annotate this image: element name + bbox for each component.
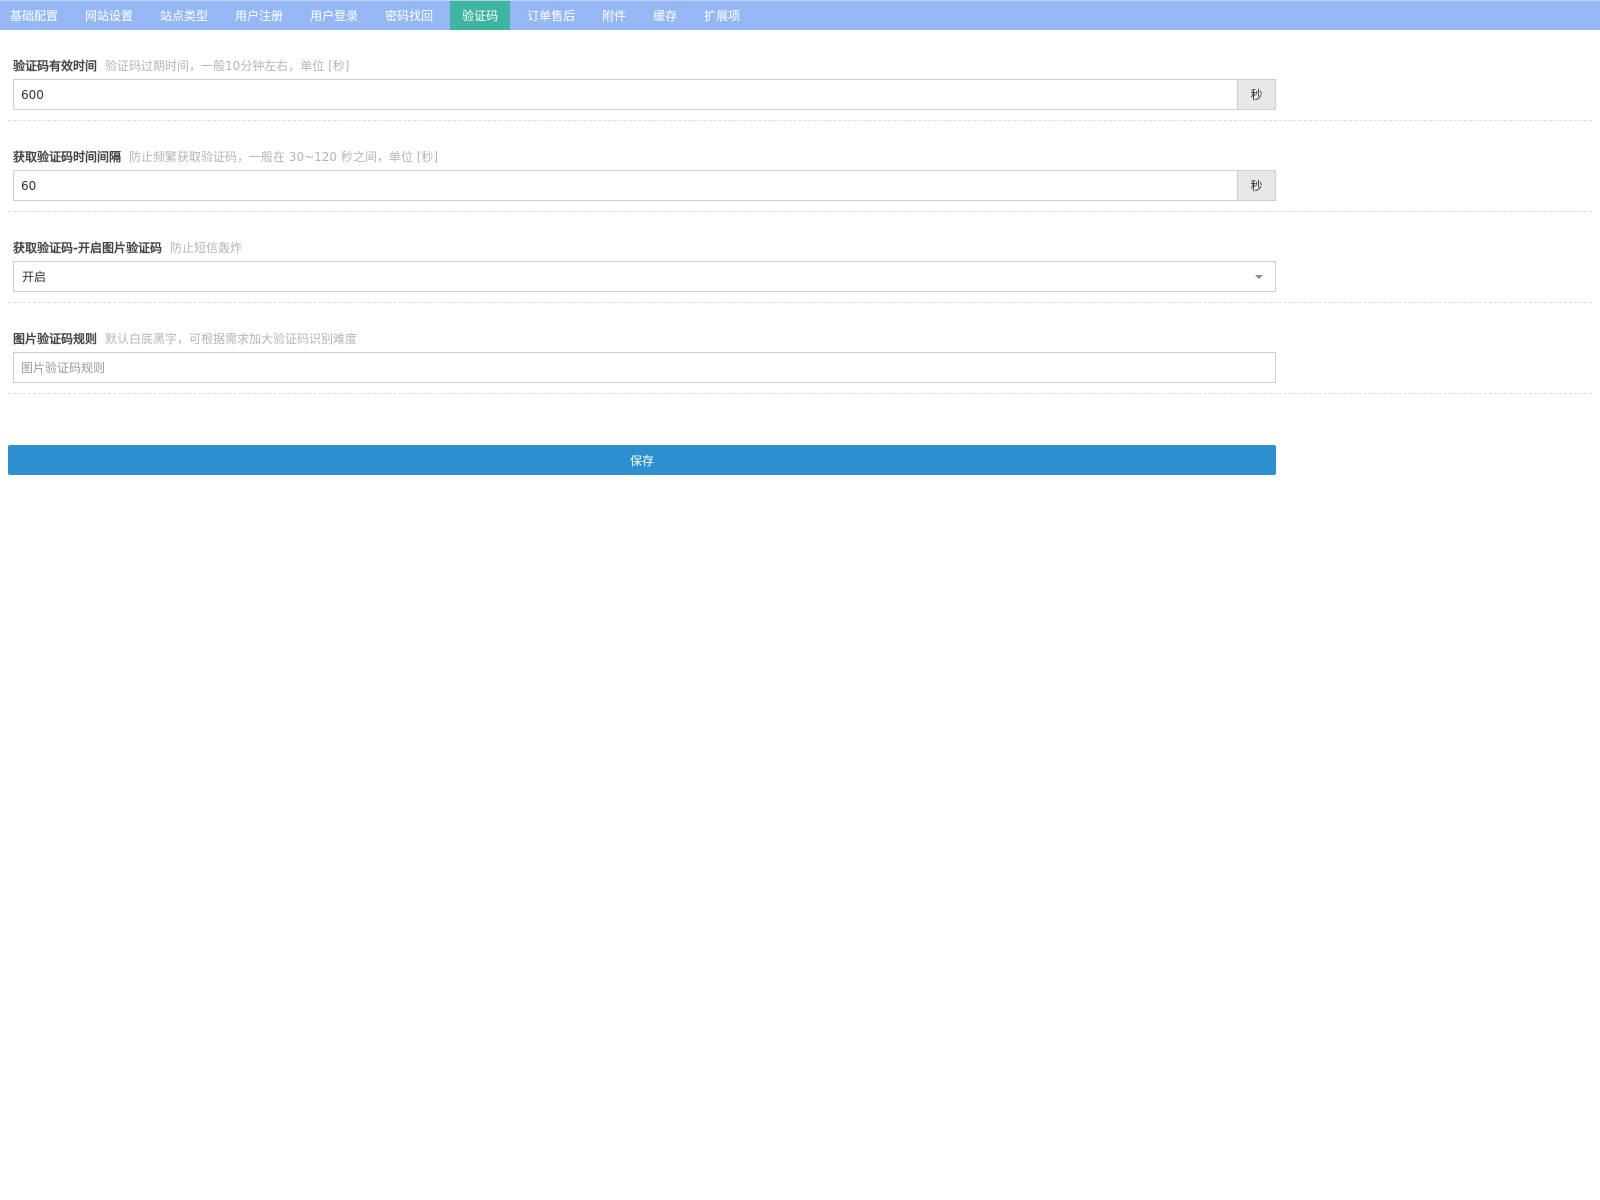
tab-basic-config[interactable]: 基础配置 [0, 1, 68, 30]
unit-addon: 秒 [1238, 79, 1276, 110]
select-value: 开启 [22, 270, 47, 284]
field-label: 获取验证码-开启图片验证码 防止短信轰炸 [13, 239, 242, 256]
field-label: 获取验证码时间间隔 防止频繁获取验证码，一般在 30~120 秒之间，单位 [秒] [13, 148, 438, 165]
field-title: 获取验证码-开启图片验证码 [13, 241, 162, 255]
image-captcha-select[interactable]: 开启 [13, 261, 1276, 292]
config-tabbar: 基础配置 网站设置 站点类型 用户注册 用户登录 密码找回 验证码 订单售后 附… [0, 0, 1600, 30]
tab-user-login[interactable]: 用户登录 [300, 1, 368, 30]
field-hint: 防止频繁获取验证码，一般在 30~120 秒之间，单位 [秒] [129, 150, 439, 164]
unit-addon: 秒 [1238, 170, 1276, 201]
field-hint: 默认白底黑字，可根据需求加大验证码识别难度 [105, 332, 358, 346]
tab-verification-code[interactable]: 验证码 [450, 1, 511, 30]
code-interval-input[interactable] [13, 170, 1238, 201]
input-group [13, 352, 1276, 383]
tab-site-settings[interactable]: 网站设置 [75, 1, 143, 30]
tab-password-recovery[interactable]: 密码找回 [375, 1, 443, 30]
input-group: 秒 [13, 79, 1276, 110]
tab-user-register[interactable]: 用户注册 [225, 1, 293, 30]
chevron-down-icon [1255, 275, 1263, 279]
tab-site-type[interactable]: 站点类型 [150, 1, 218, 30]
image-rule-input[interactable] [13, 352, 1276, 383]
field-label: 图片验证码规则 默认白底黑字，可根据需求加大验证码识别难度 [13, 330, 357, 347]
save-button[interactable]: 保存 [8, 445, 1276, 475]
code-expire-input[interactable] [13, 79, 1238, 110]
config-form: 验证码有效时间验证码过期时间，一般10分钟左右，单位 [秒] 秒 获取验证码时间… [8, 30, 1592, 475]
field-image-captcha: 获取验证码-开启图片验证码 防止短信轰炸 开启 [8, 212, 1592, 303]
input-group: 秒 [13, 170, 1276, 201]
field-title: 获取验证码时间间隔 [13, 150, 122, 164]
field-hint: 防止短信轰炸 [169, 241, 242, 255]
tab-cache[interactable]: 缓存 [643, 1, 687, 30]
field-image-rule: 图片验证码规则 默认白底黑字，可根据需求加大验证码识别难度 [8, 303, 1592, 394]
field-title: 验证码有效时间 [13, 59, 98, 73]
tab-attachment[interactable]: 附件 [592, 1, 636, 30]
field-code-interval: 获取验证码时间间隔 防止频繁获取验证码，一般在 30~120 秒之间，单位 [秒]… [8, 121, 1592, 212]
input-group: 开启 [13, 261, 1276, 292]
field-title: 图片验证码规则 [13, 332, 98, 346]
tab-order-aftersale[interactable]: 订单售后 [517, 1, 585, 30]
field-code-expire: 验证码有效时间验证码过期时间，一般10分钟左右，单位 [秒] 秒 [8, 30, 1592, 121]
tab-extensions[interactable]: 扩展项 [694, 1, 750, 30]
field-label: 验证码有效时间 验证码过期时间，一般10分钟左右，单位 [秒] [13, 57, 349, 74]
field-hint: 验证码过期时间，一般10分钟左右，单位 [秒] [105, 59, 350, 73]
